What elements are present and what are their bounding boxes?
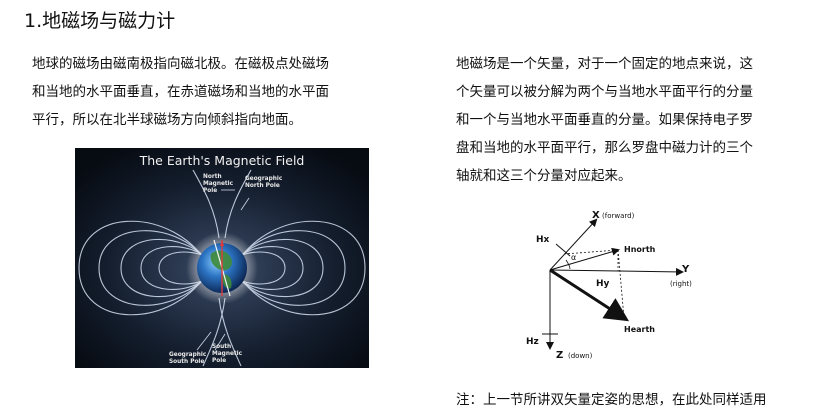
left-paragraph-line: 和当地的水平面垂直，在赤道磁场和当地的水平面: [32, 84, 329, 100]
hearth-vector: [549, 268, 630, 322]
hx-label: Hx: [536, 235, 550, 245]
left-paragraph-line: 地球的磁场由磁南极指向磁北极。在磁极点处磁场: [32, 56, 329, 72]
left-paragraph-line: 平行，所以在北半球磁场方向倾斜指向地面。: [32, 112, 302, 128]
x-axis-label: X: [592, 210, 600, 221]
y-axis-note: (right): [670, 280, 692, 288]
south-magnetic-pole-label: Magnetic: [212, 351, 243, 357]
south-magnetic-pole-label: Pole: [212, 358, 226, 364]
hz-label: Hz: [526, 337, 539, 347]
north-magnetic-pole-label: North: [203, 174, 222, 180]
geographic-north-pole-label: North Pole: [245, 183, 280, 189]
hearth-label: Hearth: [624, 325, 655, 334]
svg-text:Geographic North Pole: Geographic North Pole: [245, 176, 284, 189]
north-magnetic-pole-label: Pole: [203, 188, 217, 194]
svg-text:Geographic South Pole: Geographic South Pole: [169, 352, 208, 365]
right-paragraph-line: 地磁场是一个矢量，对于一个固定的地点来说，这: [456, 56, 753, 72]
x-axis-note: (forward): [602, 212, 635, 220]
right-paragraph-line: 个矢量可以被分解为两个与当地水平面平行的分量: [456, 84, 753, 100]
hy-label: Hy: [596, 279, 610, 289]
magnetometer-axes-diagram: X (forward) Hx α Hnorth Y (right) Hy Hea…: [520, 206, 720, 366]
hnorth-vector: [549, 247, 620, 271]
right-paragraph-line: 盘和当地的水平面平行，那么罗盘中磁力计的三个: [456, 140, 753, 156]
hnorth-label: Hnorth: [624, 245, 656, 254]
page-title: 1.地磁场与磁力计: [24, 10, 176, 32]
right-paragraph: 地磁场是一个矢量，对于一个固定的地点来说，这 个矢量可以被分解为两个与当地水平面…: [456, 50, 753, 190]
note-text: 注：上一节所讲双矢量定姿的思想，在此处同样适用: [456, 392, 767, 408]
alpha-label: α: [571, 253, 576, 262]
y-axis-label: Y: [681, 264, 690, 275]
south-magnetic-pole-label: South: [212, 344, 231, 350]
geographic-north-pole-label: Geographic: [245, 176, 283, 182]
right-paragraph-line: 轴就和这三个分量对应起来。: [456, 168, 632, 184]
y-axis-line: [549, 267, 684, 276]
north-magnetic-pole-label: Magnetic: [203, 181, 234, 187]
z-axis-label: Z: [556, 350, 563, 361]
left-paragraph: 地球的磁场由磁南极指向磁北极。在磁极点处磁场 和当地的水平面垂直，在赤道磁场和当…: [32, 50, 329, 134]
right-paragraph-line: 和一个与当地水平面垂直的分量。如果保持电子罗: [456, 112, 753, 128]
earth-magnetic-field-figure: The Earth's Magnetic Field North Magneti…: [75, 148, 369, 368]
z-axis-note: (down): [568, 352, 593, 360]
earth-figure-title: The Earth's Magnetic Field: [139, 153, 305, 168]
geographic-south-pole-label: Geographic: [169, 352, 207, 358]
geographic-south-pole-label: South Pole: [169, 359, 204, 365]
